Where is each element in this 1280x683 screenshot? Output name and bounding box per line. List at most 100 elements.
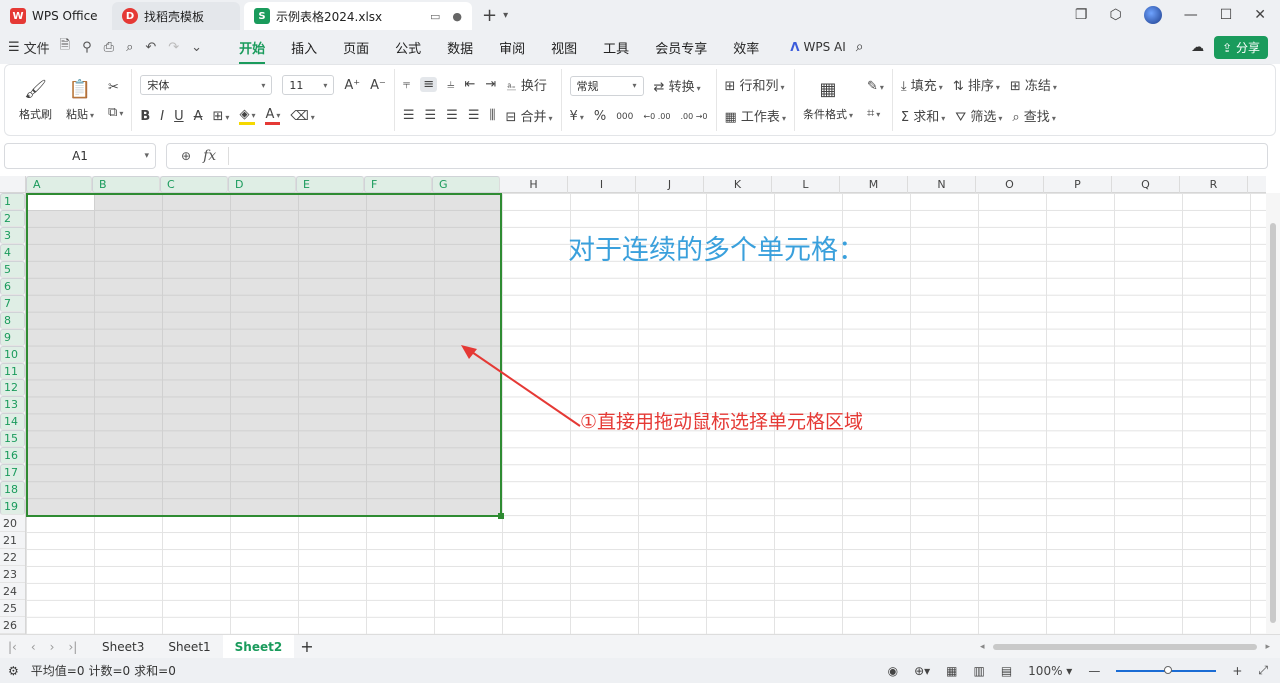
row-header-3[interactable]: 3 [0, 226, 25, 244]
number-format-select[interactable]: 常规 ▾ [569, 75, 644, 96]
menu-view[interactable]: 视图 [551, 38, 577, 57]
crop-icon[interactable]: ⌗ ▾ [867, 106, 884, 121]
undo-icon[interactable]: ↶ [145, 40, 156, 55]
sheet-tab-sheet1[interactable]: Sheet1 [156, 635, 222, 659]
row-header-5[interactable]: 5 [0, 260, 25, 278]
zoom-level[interactable]: 100% ▾ [1028, 664, 1072, 678]
border-icon[interactable]: ⊞ ▾ [213, 109, 230, 124]
sort-button[interactable]: ⇅ 排序 ▾ [953, 75, 1000, 94]
menu-data[interactable]: 数据 [447, 38, 473, 57]
column-header-g[interactable]: G [432, 176, 500, 193]
zoom-out-button[interactable]: — [1088, 664, 1100, 678]
format-painter-button[interactable]: 🖌 格式刷 [19, 79, 52, 122]
column-header-b[interactable]: B [92, 176, 160, 193]
menu-member[interactable]: 会员专享 [655, 38, 707, 57]
menu-page[interactable]: 页面 [343, 38, 369, 57]
row-header-8[interactable]: 8 [0, 311, 25, 329]
scroll-right-icon[interactable]: ▸ [1265, 642, 1270, 652]
row-header-11[interactable]: 11 [0, 362, 25, 380]
sheet-tab-sheet3[interactable]: Sheet3 [90, 635, 156, 659]
increase-decimal-button[interactable]: ←0 .00 [643, 112, 670, 121]
align-middle-icon[interactable]: ≡ [420, 77, 438, 92]
tab-document[interactable]: S 示例表格2024.xlsx ▭ ● [244, 2, 472, 30]
row-header-15[interactable]: 15 [0, 430, 25, 448]
align-center-icon[interactable]: ☰ [425, 108, 437, 123]
copy-icon[interactable]: ⧉ ▾ [108, 105, 123, 120]
zoom-formula-icon[interactable]: ⊕ [181, 149, 191, 163]
outdent-icon[interactable]: ⇤ [464, 77, 475, 92]
sheet-tab-sheet2[interactable]: Sheet2 [222, 634, 295, 659]
row-header-4[interactable]: 4 [0, 243, 25, 261]
column-header-n[interactable]: N [908, 176, 976, 193]
row-header-12[interactable]: 12 [0, 379, 25, 397]
tab-templates[interactable]: D 找稻壳模板 [112, 2, 240, 30]
menu-insert[interactable]: 插入 [291, 38, 317, 57]
row-header-25[interactable]: 25 [0, 600, 25, 617]
column-header-c[interactable]: C [160, 176, 228, 193]
add-sheet-button[interactable]: + [300, 637, 313, 656]
name-box[interactable]: A1 ▾ [4, 143, 156, 169]
row-header-10[interactable]: 10 [0, 345, 25, 363]
justify-icon[interactable]: ☰ [468, 108, 480, 123]
cut-icon[interactable]: ✂ [108, 80, 123, 95]
next-sheet-icon[interactable]: › [50, 640, 55, 654]
row-header-6[interactable]: 6 [0, 277, 25, 295]
horizontal-scrollbar[interactable]: ◂ ▸ [980, 640, 1270, 654]
row-header-9[interactable]: 9 [0, 328, 25, 346]
selected-range[interactable] [26, 193, 504, 519]
cell-style-icon[interactable]: ✎ ▾ [867, 79, 884, 94]
column-header-m[interactable]: M [840, 176, 908, 193]
column-header-d[interactable]: D [228, 176, 296, 193]
eye-protect-icon[interactable]: ◉ [888, 664, 898, 678]
font-name-select[interactable]: 宋体 ▾ [140, 75, 273, 95]
filter-button[interactable]: ⛛ 筛选 ▾ [955, 106, 1002, 125]
zoom-slider[interactable] [1116, 665, 1217, 674]
fill-handle[interactable] [498, 513, 504, 519]
increase-font-icon[interactable]: A⁺ [344, 78, 360, 93]
active-cell[interactable] [28, 195, 94, 210]
column-header-h[interactable]: H [500, 176, 568, 193]
last-sheet-icon[interactable]: ›| [68, 640, 77, 654]
column-header-j[interactable]: J [636, 176, 704, 193]
bold-icon[interactable]: B [140, 109, 150, 124]
row-header-14[interactable]: 14 [0, 413, 25, 431]
prev-sheet-icon[interactable]: ‹ [31, 640, 36, 654]
tab-wps-office[interactable]: W WPS Office [0, 2, 108, 30]
menu-tools[interactable]: 工具 [603, 38, 629, 57]
merge-button[interactable]: ⊟ 合并 ▾ [505, 106, 552, 125]
zoom-knob[interactable] [1164, 665, 1173, 674]
menu-home[interactable]: 开始 [239, 38, 266, 64]
row-header-16[interactable]: 16 [0, 447, 25, 465]
row-header-21[interactable]: 21 [0, 532, 25, 550]
select-all-corner[interactable] [0, 176, 26, 193]
new-tab-button[interactable]: + [482, 5, 497, 26]
row-header-13[interactable]: 13 [0, 396, 25, 414]
fill-color-icon[interactable]: ◈ ▾ [239, 107, 256, 125]
menu-review[interactable]: 审阅 [499, 38, 525, 57]
font-color-icon[interactable]: A ▾ [265, 107, 281, 125]
row-header-24[interactable]: 24 [0, 583, 25, 600]
column-header-a[interactable]: A [26, 176, 92, 193]
row-header-7[interactable]: 7 [0, 294, 25, 312]
percent-button[interactable]: % [594, 109, 606, 124]
clear-format-icon[interactable]: ⌫ ▾ [290, 109, 314, 124]
row-header-22[interactable]: 22 [0, 549, 25, 566]
search-icon[interactable]: ⌕ [856, 39, 864, 55]
share-button[interactable]: ⇪ 分享 [1214, 35, 1268, 59]
row-header-1[interactable]: 1 [0, 193, 25, 210]
page-break-icon[interactable]: ▤ [1001, 664, 1012, 678]
chevron-down-icon[interactable]: ▾ [144, 151, 149, 161]
distributed-icon[interactable]: ⫼ [489, 108, 495, 123]
column-header-l[interactable]: L [772, 176, 840, 193]
row-header-19[interactable]: 19 [0, 498, 25, 516]
column-header-k[interactable]: K [704, 176, 772, 193]
cond-format-button[interactable]: ▦ 条件格式 ▾ [803, 79, 853, 122]
crosshair-icon[interactable]: ⊕▾ [914, 664, 930, 678]
currency-button[interactable]: ¥ ▾ [570, 109, 584, 124]
strikethrough-icon[interactable]: A [194, 109, 203, 124]
normal-view-icon[interactable]: ▦ [946, 664, 957, 678]
cube-icon[interactable]: ⬡ [1109, 7, 1121, 23]
fx-icon[interactable]: fx [203, 148, 216, 164]
convert-button[interactable]: ⇄ 转换 ▾ [654, 76, 701, 95]
fullscreen-icon[interactable]: ⤢ [1258, 663, 1268, 678]
